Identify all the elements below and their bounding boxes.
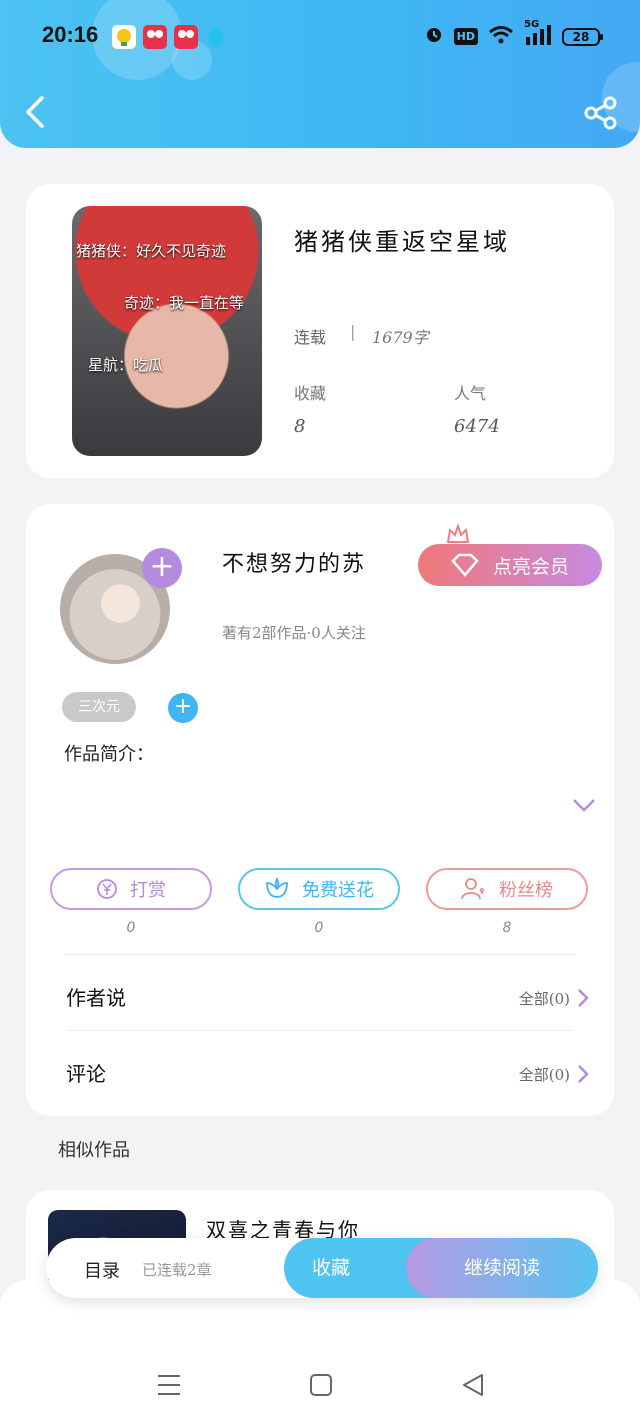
author-says-count: 全部(0)	[518, 990, 570, 1008]
divider	[66, 954, 574, 955]
notification-app-icon	[112, 25, 136, 49]
flower-icon	[266, 877, 288, 898]
signal-icon: 5G	[524, 19, 552, 49]
notification-app-icon	[143, 25, 167, 49]
menu-icon[interactable]	[154, 1370, 184, 1400]
share-icon	[584, 96, 617, 130]
fan-ranking-button[interactable]: 粉丝榜	[426, 868, 588, 910]
author-says-label: 作者说	[66, 986, 126, 1010]
notification-app-icon	[174, 25, 198, 49]
user-heart-icon	[461, 878, 485, 900]
yuan-icon	[97, 879, 117, 899]
chevron-right-icon	[578, 1065, 589, 1083]
tip-button[interactable]: 打赏	[50, 868, 212, 910]
status-separator-icon: |	[350, 322, 356, 341]
book-info-card: 猪猪侠：好久不见奇迹 奇迹：我一直在等 星航：吃瓜 猪猪侠重返空星域 连载 | …	[26, 184, 614, 478]
book-cover[interactable]: 猪猪侠：好久不见奇迹 奇迹：我一直在等 星航：吃瓜	[72, 206, 262, 456]
cover-caption: 奇迹：我一直在等	[124, 294, 245, 312]
fan-count: 8	[502, 920, 512, 936]
fan-ranking-label: 粉丝榜	[499, 880, 553, 901]
back-chevron-icon	[26, 96, 44, 128]
favorites-label: 收藏	[294, 384, 327, 403]
catalog-button[interactable]: 目录	[84, 1257, 120, 1283]
vip-button[interactable]: 点亮会员	[418, 544, 602, 586]
author-meta: 著有2部作品·0人关注	[222, 624, 366, 642]
tip-label: 打赏	[130, 880, 166, 901]
crown-icon	[446, 524, 470, 543]
divider	[66, 1030, 574, 1031]
author-card: + 不想努力的苏 著有2部作品·0人关注 点亮会员 三次元 + 作品简介： 打赏…	[26, 504, 614, 1116]
tip-count: 0	[126, 920, 136, 936]
decorative-bubble	[92, 0, 182, 80]
home-icon[interactable]	[306, 1370, 336, 1400]
author-tag[interactable]: 三次元	[62, 692, 136, 722]
comments-label: 评论	[66, 1062, 106, 1086]
vip-button-label: 点亮会员	[492, 555, 569, 578]
status-icons: HD 5G 28	[424, 19, 603, 49]
follow-author-button[interactable]: +	[142, 548, 182, 588]
back-button[interactable]	[22, 94, 52, 130]
comments-count: 全部(0)	[518, 1066, 570, 1084]
system-nav-bar	[0, 1366, 640, 1406]
share-button[interactable]	[584, 96, 618, 130]
popularity-value: 6474	[454, 416, 500, 437]
network-type: 5G	[524, 18, 540, 30]
continue-reading-button[interactable]: 继续阅读	[406, 1238, 598, 1298]
diamond-icon	[451, 553, 479, 577]
back-triangle-icon[interactable]	[458, 1370, 488, 1400]
bottom-action-bar: 目录 已连载2章 收藏 继续阅读	[46, 1238, 598, 1298]
wifi-icon	[488, 25, 514, 49]
expand-chevron-icon[interactable]	[572, 798, 596, 814]
similar-works-label: 相似作品	[58, 1140, 130, 1161]
send-flower-label: 免费送花	[302, 880, 374, 901]
cover-caption: 猪猪侠：好久不见奇迹	[76, 242, 227, 260]
send-flower-button[interactable]: 免费送花	[238, 868, 400, 910]
chapter-status: 已连载2章	[142, 1261, 212, 1279]
hd-badge: HD	[453, 28, 478, 45]
word-count: 1679字	[372, 328, 429, 347]
status-time: 20:16	[42, 22, 99, 47]
chevron-right-icon	[578, 989, 589, 1007]
header: 20:16 HD 5G 28	[0, 0, 640, 148]
intro-label: 作品简介：	[64, 744, 154, 765]
alarm-icon	[424, 24, 444, 49]
favorites-value: 8	[294, 416, 306, 437]
popularity-label: 人气	[454, 384, 487, 403]
author-name: 不想努力的苏	[222, 552, 367, 577]
cover-caption: 星航：吃瓜	[88, 356, 164, 374]
qq-icon	[206, 25, 230, 49]
book-title: 猪猪侠重返空星域	[294, 228, 510, 256]
battery-icon: 28	[562, 27, 603, 46]
flower-count: 0	[314, 920, 324, 936]
book-status: 连载	[294, 328, 327, 347]
add-tag-button[interactable]: +	[168, 693, 198, 723]
